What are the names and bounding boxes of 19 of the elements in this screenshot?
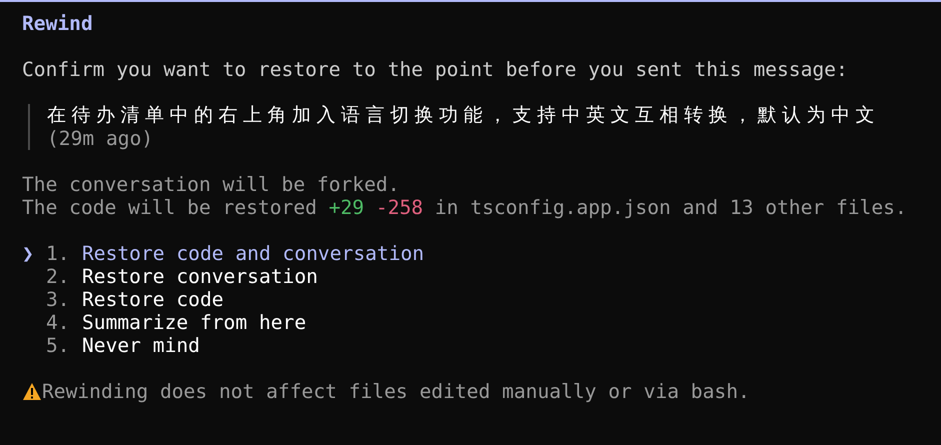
menu-option[interactable]: Summarize from here — [82, 311, 306, 334]
menu-option[interactable]: Restore code — [82, 288, 224, 311]
chevron-icon: ❯ — [22, 242, 34, 265]
option-number: 1. — [46, 242, 71, 265]
quoted-message: 在待办清单中的右上角加入语言切换功能，支持中英文互相转换，默认为中文 — [47, 104, 880, 127]
option-number: 2. — [46, 265, 71, 288]
warning-icon — [22, 382, 42, 401]
confirm-prompt: Confirm you want to restore to the point before you sent this message: — [22, 58, 848, 81]
menu-option[interactable]: Never mind — [82, 334, 200, 357]
option-number: 4. — [46, 311, 71, 334]
message-time: (29m ago) — [47, 127, 154, 150]
warning-text: Rewinding does not affect files edited manually or via bash. — [42, 380, 750, 403]
option-number: 3. — [46, 288, 71, 311]
menu-option[interactable]: Restore conversation — [82, 265, 318, 288]
dialog-title: Rewind — [22, 12, 93, 35]
option-number: 5. — [46, 334, 71, 357]
menu-option[interactable]: Restore code and conversation — [82, 242, 424, 265]
restore-note: The code will be restored +29 -258 in tsconfig.app.json and 13 other files. — [22, 196, 907, 219]
fork-note: The conversation will be forked. — [22, 173, 400, 196]
